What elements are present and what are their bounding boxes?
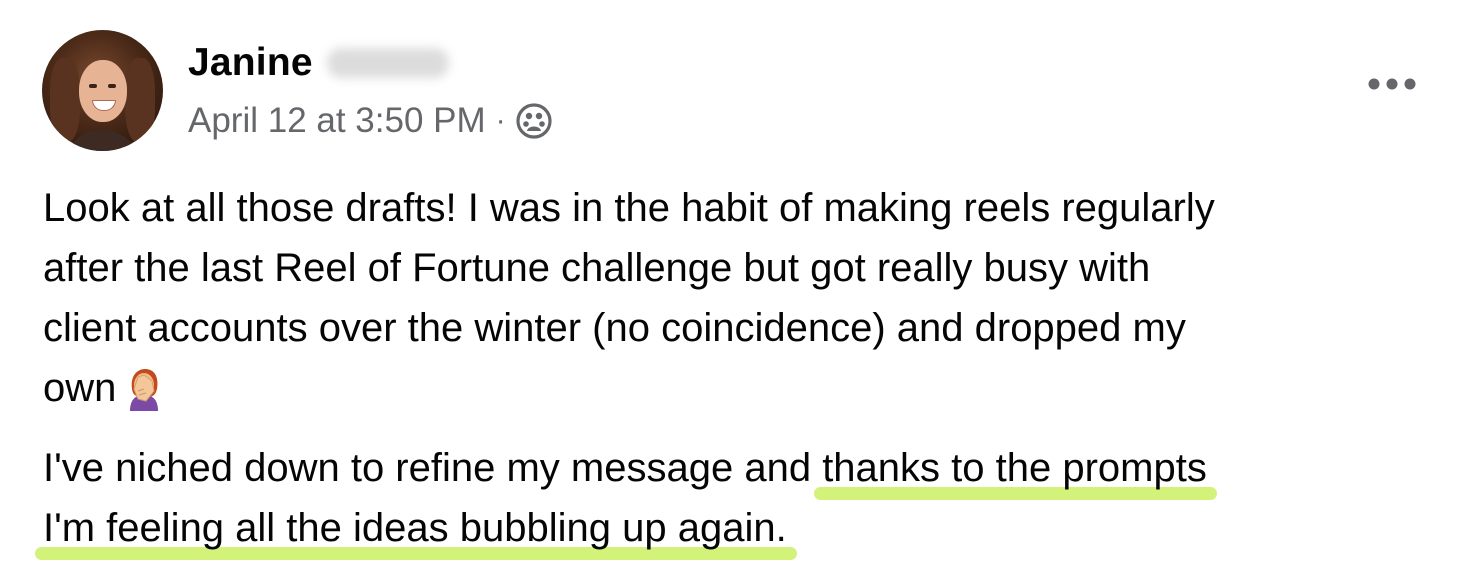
body-line: client accounts over the winter (no coin… bbox=[43, 306, 1186, 350]
meta-separator: · bbox=[495, 104, 506, 137]
more-options-icon bbox=[1368, 78, 1416, 90]
post-body-paragraph-2: I've niched down to refine my message an… bbox=[43, 438, 1453, 558]
more-options-button[interactable] bbox=[1362, 64, 1422, 104]
post-body-paragraph-1: Look at all those drafts! I was in the h… bbox=[43, 178, 1453, 418]
facepalm-emoji-icon bbox=[124, 367, 164, 411]
post-timestamp[interactable]: April 12 at 3:50 PM bbox=[188, 101, 486, 141]
body-line: I've niched down to refine my message an… bbox=[43, 446, 823, 490]
highlighted-text: thanks to the prompts bbox=[822, 446, 1207, 490]
author-name-row: Janine bbox=[188, 40, 449, 86]
highlighted-text: I'm feeling all the ideas bubbling up ag… bbox=[43, 506, 787, 550]
post-card: Janine April 12 at 3:50 PM · Look at all… bbox=[0, 0, 1484, 582]
body-line: after the last Reel of Fortune challenge… bbox=[43, 246, 1151, 290]
post-meta: April 12 at 3:50 PM · bbox=[188, 100, 552, 142]
author-avatar[interactable] bbox=[42, 30, 163, 151]
body-line: Look at all those drafts! I was in the h… bbox=[43, 186, 1215, 230]
body-line: own bbox=[43, 366, 117, 410]
group-icon[interactable] bbox=[516, 103, 552, 139]
author-name[interactable]: Janine bbox=[188, 41, 313, 85]
redacted-last-name bbox=[326, 48, 449, 78]
